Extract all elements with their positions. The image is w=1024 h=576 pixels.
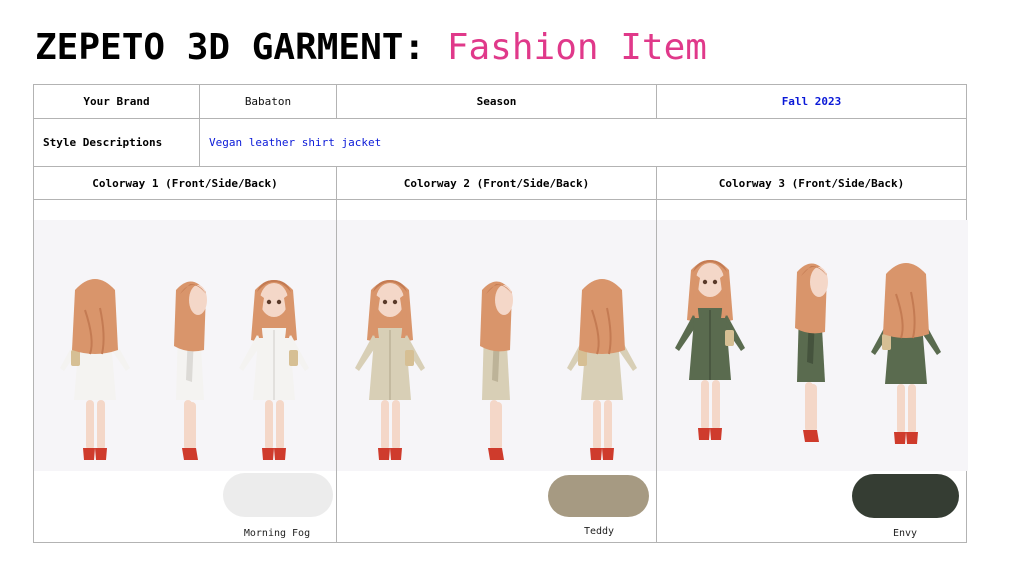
garment-sheet-table: Your Brand Babaton Season Fall 2023 Styl…	[33, 84, 968, 543]
brand-label: Your Brand	[83, 95, 150, 108]
colorway-1-swatch-name: Morning Fog	[243, 528, 311, 539]
row-divider	[34, 199, 966, 200]
style-descriptions-value: Vegan leather shirt jacket	[209, 136, 382, 149]
avatar-back-view	[50, 250, 140, 470]
colorway-2-renders	[337, 220, 656, 471]
colorway-1-header: Colorway 1 (Front/Side/Back)	[92, 176, 278, 190]
season-label: Season	[476, 95, 517, 108]
title-main: ZEPETO 3D GARMENT:	[35, 27, 426, 68]
colorway-2-swatch-name: Teddy	[583, 526, 615, 537]
colorway-3-renders	[657, 220, 968, 471]
colorway-3-swatch-name: Envy	[892, 528, 918, 539]
style-descriptions-label: Style Descriptions	[43, 136, 163, 149]
colorway-3-header: Colorway 3 (Front/Side/Back)	[718, 176, 905, 190]
avatar-front-view	[345, 250, 435, 470]
season-value: Fall 2023	[781, 95, 842, 108]
title-accent: Fashion Item	[446, 27, 707, 68]
colorway-1-swatch	[223, 473, 333, 517]
avatar-back-view	[861, 234, 951, 454]
avatar-side-view	[450, 250, 540, 470]
colorway-3-swatch	[852, 474, 959, 518]
colorway-1-renders	[34, 220, 336, 471]
avatar-front-view	[229, 250, 319, 470]
colorway-2-header: Colorway 2 (Front/Side/Back)	[403, 176, 590, 190]
avatar-side-view	[144, 250, 234, 470]
colorway-2-swatch	[548, 475, 649, 517]
brand-value: Babaton	[244, 95, 292, 108]
avatar-front-view	[665, 230, 755, 450]
avatar-side-view	[765, 232, 855, 452]
avatar-back-view	[557, 250, 647, 470]
page-title: ZEPETO 3D GARMENT: Fashion Item	[35, 26, 707, 70]
